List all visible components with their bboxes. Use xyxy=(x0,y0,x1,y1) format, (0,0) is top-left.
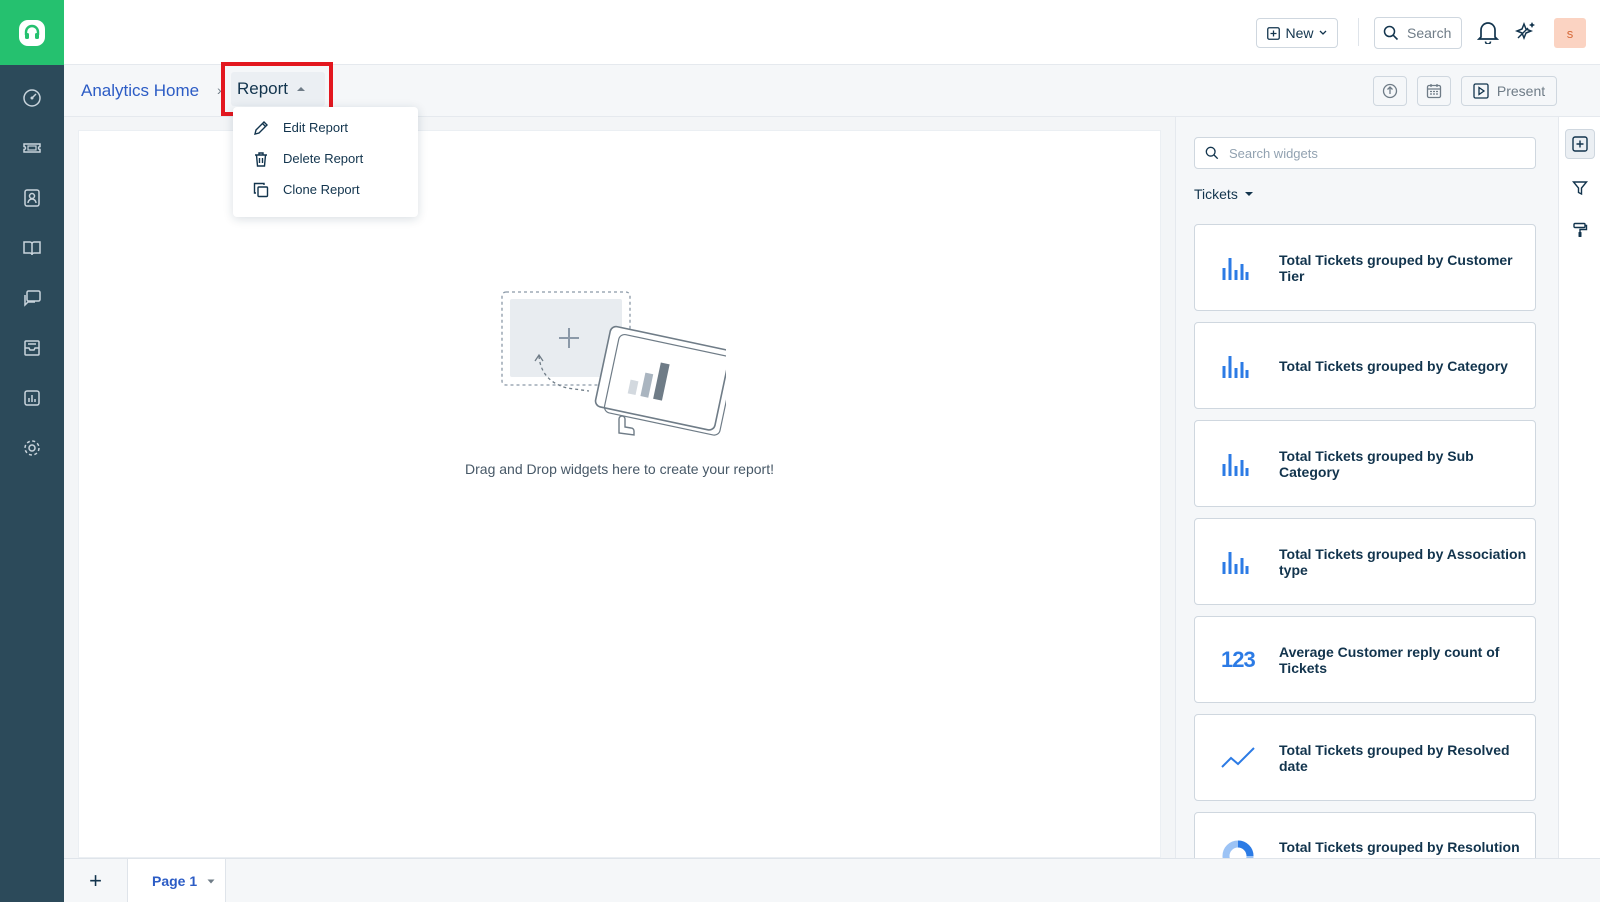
plus-square-icon xyxy=(1267,26,1281,40)
widget-card[interactable]: Total Tickets grouped by Customer Tier xyxy=(1194,224,1536,311)
widget-card-label: Total Tickets grouped by Resolved date xyxy=(1279,741,1510,774)
dashboard-icon xyxy=(23,89,41,107)
schedule-button[interactable] xyxy=(1417,76,1451,106)
widget-search-input[interactable]: Search widgets xyxy=(1194,137,1536,169)
header-divider xyxy=(1358,18,1359,46)
number-icon: 123 xyxy=(1221,646,1256,672)
search-icon xyxy=(1205,146,1219,160)
widget-card-label: Total Tickets grouped by Sub Category xyxy=(1279,447,1474,480)
calendar-icon xyxy=(1426,84,1442,99)
page-tab-1[interactable]: Page 1 xyxy=(128,859,226,902)
widget-category-dropdown[interactable]: Tickets xyxy=(1194,186,1254,202)
breadcrumb-analytics-home[interactable]: Analytics Home xyxy=(81,81,199,101)
nav-contacts[interactable] xyxy=(0,173,64,223)
export-icon xyxy=(1382,83,1398,99)
format-painter-button[interactable] xyxy=(1565,215,1595,245)
gear-icon xyxy=(24,440,40,456)
add-page-button[interactable]: + xyxy=(64,859,128,902)
page-tabs-footer: + Page 1 xyxy=(64,858,1600,902)
present-button[interactable]: Present xyxy=(1461,76,1557,106)
search-icon xyxy=(1383,25,1399,41)
widget-category-label: Tickets xyxy=(1194,186,1238,202)
pencil-icon xyxy=(254,120,268,135)
nav-conversations[interactable] xyxy=(0,273,64,323)
clone-icon xyxy=(253,182,269,197)
plus-square-icon xyxy=(1572,136,1588,152)
widget-card[interactable]: Total Tickets grouped by Sub Category xyxy=(1194,420,1536,507)
nav-dashboard[interactable] xyxy=(0,73,64,123)
bar-chart-icon xyxy=(1222,355,1249,378)
widget-card[interactable]: Total Tickets grouped by Resolved date xyxy=(1194,714,1536,801)
caret-down-icon xyxy=(1244,192,1253,196)
new-button-label: New xyxy=(1285,25,1314,41)
analytics-icon xyxy=(24,390,40,406)
headset-logo-icon xyxy=(19,19,45,46)
report-actions-menu: Edit Report Delete Report Clone Report xyxy=(233,107,418,217)
line-chart-icon xyxy=(1221,746,1255,768)
filter-button[interactable] xyxy=(1565,173,1595,203)
global-search-button[interactable]: Search xyxy=(1374,17,1462,49)
nav-knowledge-base[interactable] xyxy=(0,223,64,273)
bar-chart-icon xyxy=(1222,257,1249,280)
menu-item-label: Edit Report xyxy=(283,120,349,135)
widget-card[interactable]: Total Tickets grouped by Association typ… xyxy=(1194,518,1536,605)
ai-assistant-button[interactable] xyxy=(1514,20,1538,49)
menu-item-edit-report[interactable]: Edit Report xyxy=(233,112,418,143)
widget-card-label: Total Tickets grouped by Association typ… xyxy=(1279,545,1527,578)
page-tab-label: Page 1 xyxy=(152,873,198,889)
sparkle-icon xyxy=(1514,21,1535,41)
empty-canvas-message: Drag and Drop widgets here to create you… xyxy=(465,461,774,477)
user-avatar[interactable]: s xyxy=(1554,18,1586,48)
report-canvas-dropzone[interactable]: Drag and Drop widgets here to create you… xyxy=(78,130,1161,858)
widget-card[interactable]: Total Tickets grouped by Resolution xyxy=(1194,812,1536,858)
menu-item-label: Delete Report xyxy=(283,151,364,166)
trash-icon xyxy=(255,151,267,167)
search-button-label: Search xyxy=(1407,25,1452,41)
widget-card-label: Total Tickets grouped by Category xyxy=(1279,357,1508,374)
play-square-icon xyxy=(1473,83,1489,99)
widget-card-label: Total Tickets grouped by Customer Tier xyxy=(1279,251,1513,284)
caret-down-icon[interactable] xyxy=(207,879,215,884)
widget-card[interactable]: 123 Average Customer reply count of Tick… xyxy=(1194,616,1536,703)
add-widget-button[interactable] xyxy=(1565,129,1595,159)
menu-item-delete-report[interactable]: Delete Report xyxy=(233,143,418,174)
report-dropdown-label: Report xyxy=(237,79,289,98)
contacts-icon xyxy=(24,189,40,207)
app-logo[interactable] xyxy=(0,0,64,65)
filter-icon xyxy=(1572,181,1588,196)
menu-item-label: Clone Report xyxy=(283,182,360,197)
bar-chart-icon xyxy=(1222,551,1249,574)
widget-card-label: Average Customer reply count of Tickets xyxy=(1279,643,1500,676)
drag-drop-illustration xyxy=(501,291,726,436)
chevron-down-icon xyxy=(1319,30,1326,35)
nav-analytics[interactable] xyxy=(0,373,64,423)
inbox-icon xyxy=(24,340,40,356)
present-button-label: Present xyxy=(1496,83,1546,99)
left-sidebar xyxy=(0,0,64,902)
widget-search-placeholder: Search widgets xyxy=(1229,145,1318,161)
widget-card-list: Total Tickets grouped by Customer Tier T… xyxy=(1194,224,1536,858)
nav-tickets[interactable] xyxy=(0,123,64,173)
widget-card-label: Total Tickets grouped by Resolution xyxy=(1279,839,1520,855)
chat-icon xyxy=(24,290,41,307)
nav-assets[interactable] xyxy=(0,323,64,373)
donut-chart-icon xyxy=(1222,840,1254,858)
paint-roller-icon xyxy=(1573,222,1588,237)
new-button[interactable]: New xyxy=(1256,18,1338,48)
caret-up-icon xyxy=(297,87,306,91)
nav-settings[interactable] xyxy=(0,423,64,473)
ticket-icon xyxy=(23,143,41,153)
menu-item-clone-report[interactable]: Clone Report xyxy=(233,174,418,205)
book-icon xyxy=(23,241,41,256)
report-dropdown-button[interactable]: Report xyxy=(231,72,325,106)
top-bar: New Search s xyxy=(64,0,1600,65)
bar-chart-icon xyxy=(1222,453,1249,476)
right-toolbar xyxy=(1558,117,1600,858)
bell-icon xyxy=(1476,22,1500,45)
notifications-button[interactable] xyxy=(1476,20,1500,49)
widget-card[interactable]: Total Tickets grouped by Category xyxy=(1194,322,1536,409)
export-button[interactable] xyxy=(1373,76,1407,106)
widgets-panel: Search widgets Tickets Total Tickets gro… xyxy=(1175,117,1558,858)
